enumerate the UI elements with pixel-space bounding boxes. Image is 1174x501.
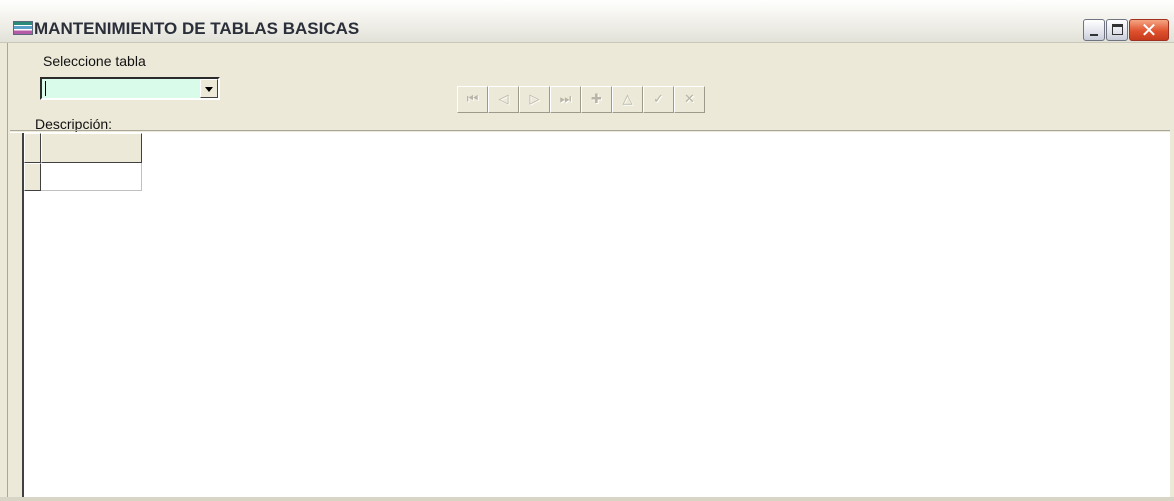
insert-record-icon: ✚ bbox=[591, 92, 602, 107]
last-record-icon: ⏭ bbox=[559, 92, 572, 107]
table-select-dropdown-button[interactable] bbox=[200, 79, 218, 98]
cancel-record-icon: ✕ bbox=[684, 92, 695, 107]
nav-edit-button[interactable]: △ bbox=[612, 86, 643, 113]
nav-first-button[interactable]: ⏮ bbox=[457, 86, 488, 113]
minimize-icon bbox=[1090, 34, 1098, 36]
nav-insert-button[interactable]: ✚ bbox=[581, 86, 612, 113]
next-record-icon: ▷ bbox=[529, 92, 540, 107]
prior-record-icon: ◁ bbox=[498, 92, 509, 107]
close-icon: ✕ bbox=[1140, 18, 1158, 42]
nav-prior-button[interactable]: ◁ bbox=[488, 86, 519, 113]
nav-last-button[interactable]: ⏭ bbox=[550, 86, 581, 113]
nav-post-button[interactable]: ✓ bbox=[643, 86, 674, 113]
post-record-icon: ✓ bbox=[653, 92, 664, 107]
grid-column-header[interactable] bbox=[41, 133, 142, 163]
select-table-label: Seleccione tabla bbox=[43, 53, 146, 69]
data-grid[interactable] bbox=[22, 133, 1170, 498]
window-left-frame bbox=[0, 43, 8, 501]
window-right-frame bbox=[1170, 43, 1174, 501]
chevron-down-icon bbox=[205, 87, 213, 92]
first-record-icon: ⏮ bbox=[466, 92, 479, 107]
grid-corner-cell[interactable] bbox=[24, 133, 41, 163]
text-caret bbox=[45, 81, 46, 96]
edit-record-icon: △ bbox=[622, 92, 633, 107]
nav-next-button[interactable]: ▷ bbox=[519, 86, 550, 113]
window-title: MANTENIMIENTO DE TABLAS BASICAS bbox=[34, 19, 360, 38]
main-window: MANTENIMIENTO DE TABLAS BASICAS ✕ Selecc… bbox=[0, 0, 1174, 501]
app-logo-icon[interactable] bbox=[13, 21, 33, 35]
maximize-button[interactable] bbox=[1106, 19, 1128, 41]
maximize-icon bbox=[1112, 24, 1123, 35]
nav-cancel-button[interactable]: ✕ bbox=[674, 86, 705, 113]
grid-cell[interactable] bbox=[41, 163, 142, 191]
close-button[interactable]: ✕ bbox=[1129, 19, 1169, 41]
window-bottom-frame bbox=[0, 497, 1174, 501]
minimize-button[interactable] bbox=[1083, 19, 1105, 41]
table-select-input[interactable] bbox=[44, 80, 196, 97]
title-bar[interactable]: MANTENIMIENTO DE TABLAS BASICAS ✕ bbox=[0, 0, 1174, 43]
table-select-combobox[interactable] bbox=[40, 77, 220, 100]
grid-row-indicator[interactable] bbox=[24, 163, 41, 191]
record-navigator: ⏮ ◁ ▷ ⏭ ✚ △ ✓ ✕ bbox=[457, 86, 737, 113]
